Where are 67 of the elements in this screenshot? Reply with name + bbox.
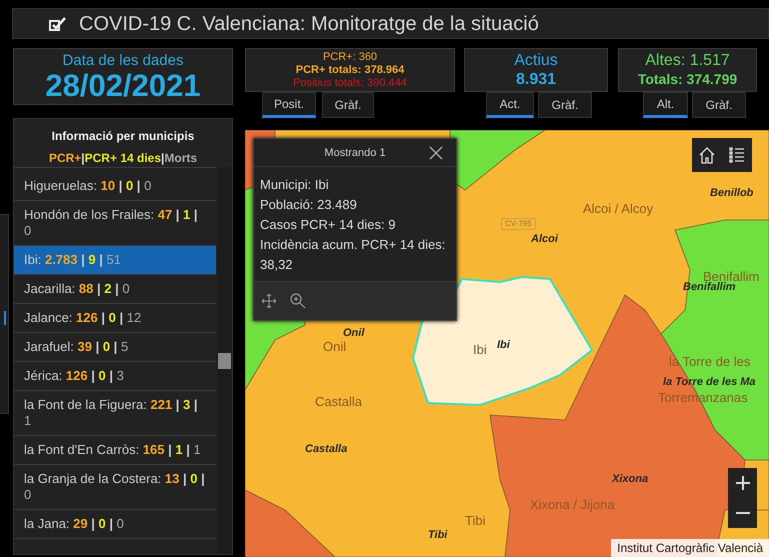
plus-icon	[736, 476, 750, 490]
municipality-item[interactable]: Jacarilla: 88 | 2 | 0	[14, 275, 216, 304]
popup-line: Municipi: Ibi	[260, 176, 330, 194]
municipality-item[interactable]: Jarafuel: 39 | 0 | 5	[14, 333, 216, 362]
municipality-item[interactable]: la Granja de la Costera: 13 | 0 | 0	[14, 465, 216, 510]
municipality-item[interactable]: Jalance: 126 | 0 | 12	[14, 304, 216, 333]
place-label: Xixona	[612, 474, 648, 485]
window-title: COVID-19 C. Valenciana: Monitoratge de la situació	[79, 12, 539, 36]
municipality-item[interactable]: Jérica: 126 | 0 | 3	[14, 362, 216, 391]
separator-text: |	[161, 151, 164, 165]
place-label: Alcoi	[531, 234, 558, 245]
place-label: Xixona / Jijona	[530, 498, 615, 511]
tab[interactable]: Gràf.	[692, 92, 746, 118]
zoom-in-button[interactable]	[728, 468, 757, 498]
zoom-to-icon[interactable]	[290, 293, 306, 309]
home-button[interactable]	[692, 138, 722, 172]
zoom-out-button[interactable]	[728, 498, 757, 528]
place-label: Benifallim	[703, 270, 760, 283]
stat-line: Positius totals: 390.444	[292, 77, 408, 90]
date-label: Data de les dades	[62, 52, 184, 69]
stat-line: PCR+: 360	[322, 51, 378, 64]
popup-line: Casos PCR+ 14 dies: 9	[260, 216, 396, 234]
popup-line: Població: 23.489	[260, 196, 358, 214]
popup-line: Incidència acum. PCR+ 14 dies: 38,32	[260, 236, 446, 274]
date-value: 28/02/2021	[44, 69, 202, 102]
tab[interactable]: Gràf.	[538, 92, 592, 118]
tab[interactable]: Alt.	[643, 92, 688, 118]
stat-value: Totals: 374.799	[636, 70, 738, 89]
move-icon[interactable]	[262, 294, 276, 308]
municipality-item[interactable]: la Font d'En Carròs: 165 | 1 | 1	[14, 436, 216, 465]
place-label: Onil	[323, 340, 346, 353]
road-label: CV-795	[501, 218, 536, 230]
logo-icon	[49, 16, 67, 30]
place-label: la Torre de les	[669, 355, 750, 368]
list-icon	[729, 147, 745, 163]
panel-title: Informació per municipis	[50, 128, 196, 145]
scrollbar-thumb[interactable]	[218, 353, 231, 369]
place-label: Castalla	[315, 395, 362, 408]
municipality-item[interactable]: la Font de la Figuera: 221 | 3 | 1	[14, 391, 216, 436]
home-icon	[699, 146, 715, 164]
place-label: Benillob	[710, 188, 754, 199]
close-button[interactable]	[428, 145, 444, 161]
place-label: Alcoi / Alcoy	[583, 202, 654, 215]
stat-value: 8.931	[514, 70, 558, 89]
separator-text: |	[81, 151, 85, 165]
legend-item: PCR+ 14 dies	[84, 151, 162, 165]
place-label: Ibi	[497, 340, 510, 351]
popup-title: Mostrando 1	[324, 147, 386, 159]
legend-item: PCR+	[48, 151, 82, 165]
tab[interactable]: Act.	[486, 92, 534, 118]
municipality-item[interactable]: Ibi: 2.783 | 9 | 51	[14, 246, 216, 275]
minus-icon	[736, 511, 750, 515]
place-label: Onil	[343, 328, 364, 339]
stat-line: PCR+ totals: 378.964	[294, 64, 406, 77]
legend-item: Morts	[164, 151, 198, 165]
legend-list-button[interactable]	[722, 138, 752, 172]
municipality-item[interactable]: Higueruelas: 10 | 0 | 0	[14, 172, 216, 201]
municipality-item[interactable]: la Jana: 29 | 0 | 0	[14, 510, 216, 539]
attribution-text: Institut Cartogràfic Valencià	[611, 539, 769, 557]
place-label: Tibi	[428, 530, 448, 541]
stat-label: Actius	[513, 51, 559, 70]
place-label: Tibi	[465, 514, 486, 527]
tab[interactable]: Posit.	[262, 92, 316, 118]
place-label: Ibi	[473, 343, 487, 356]
stat-label: Altes: 1.517	[644, 51, 731, 70]
place-label: Castalla	[305, 444, 348, 455]
tab[interactable]: Gràf.	[322, 92, 374, 118]
